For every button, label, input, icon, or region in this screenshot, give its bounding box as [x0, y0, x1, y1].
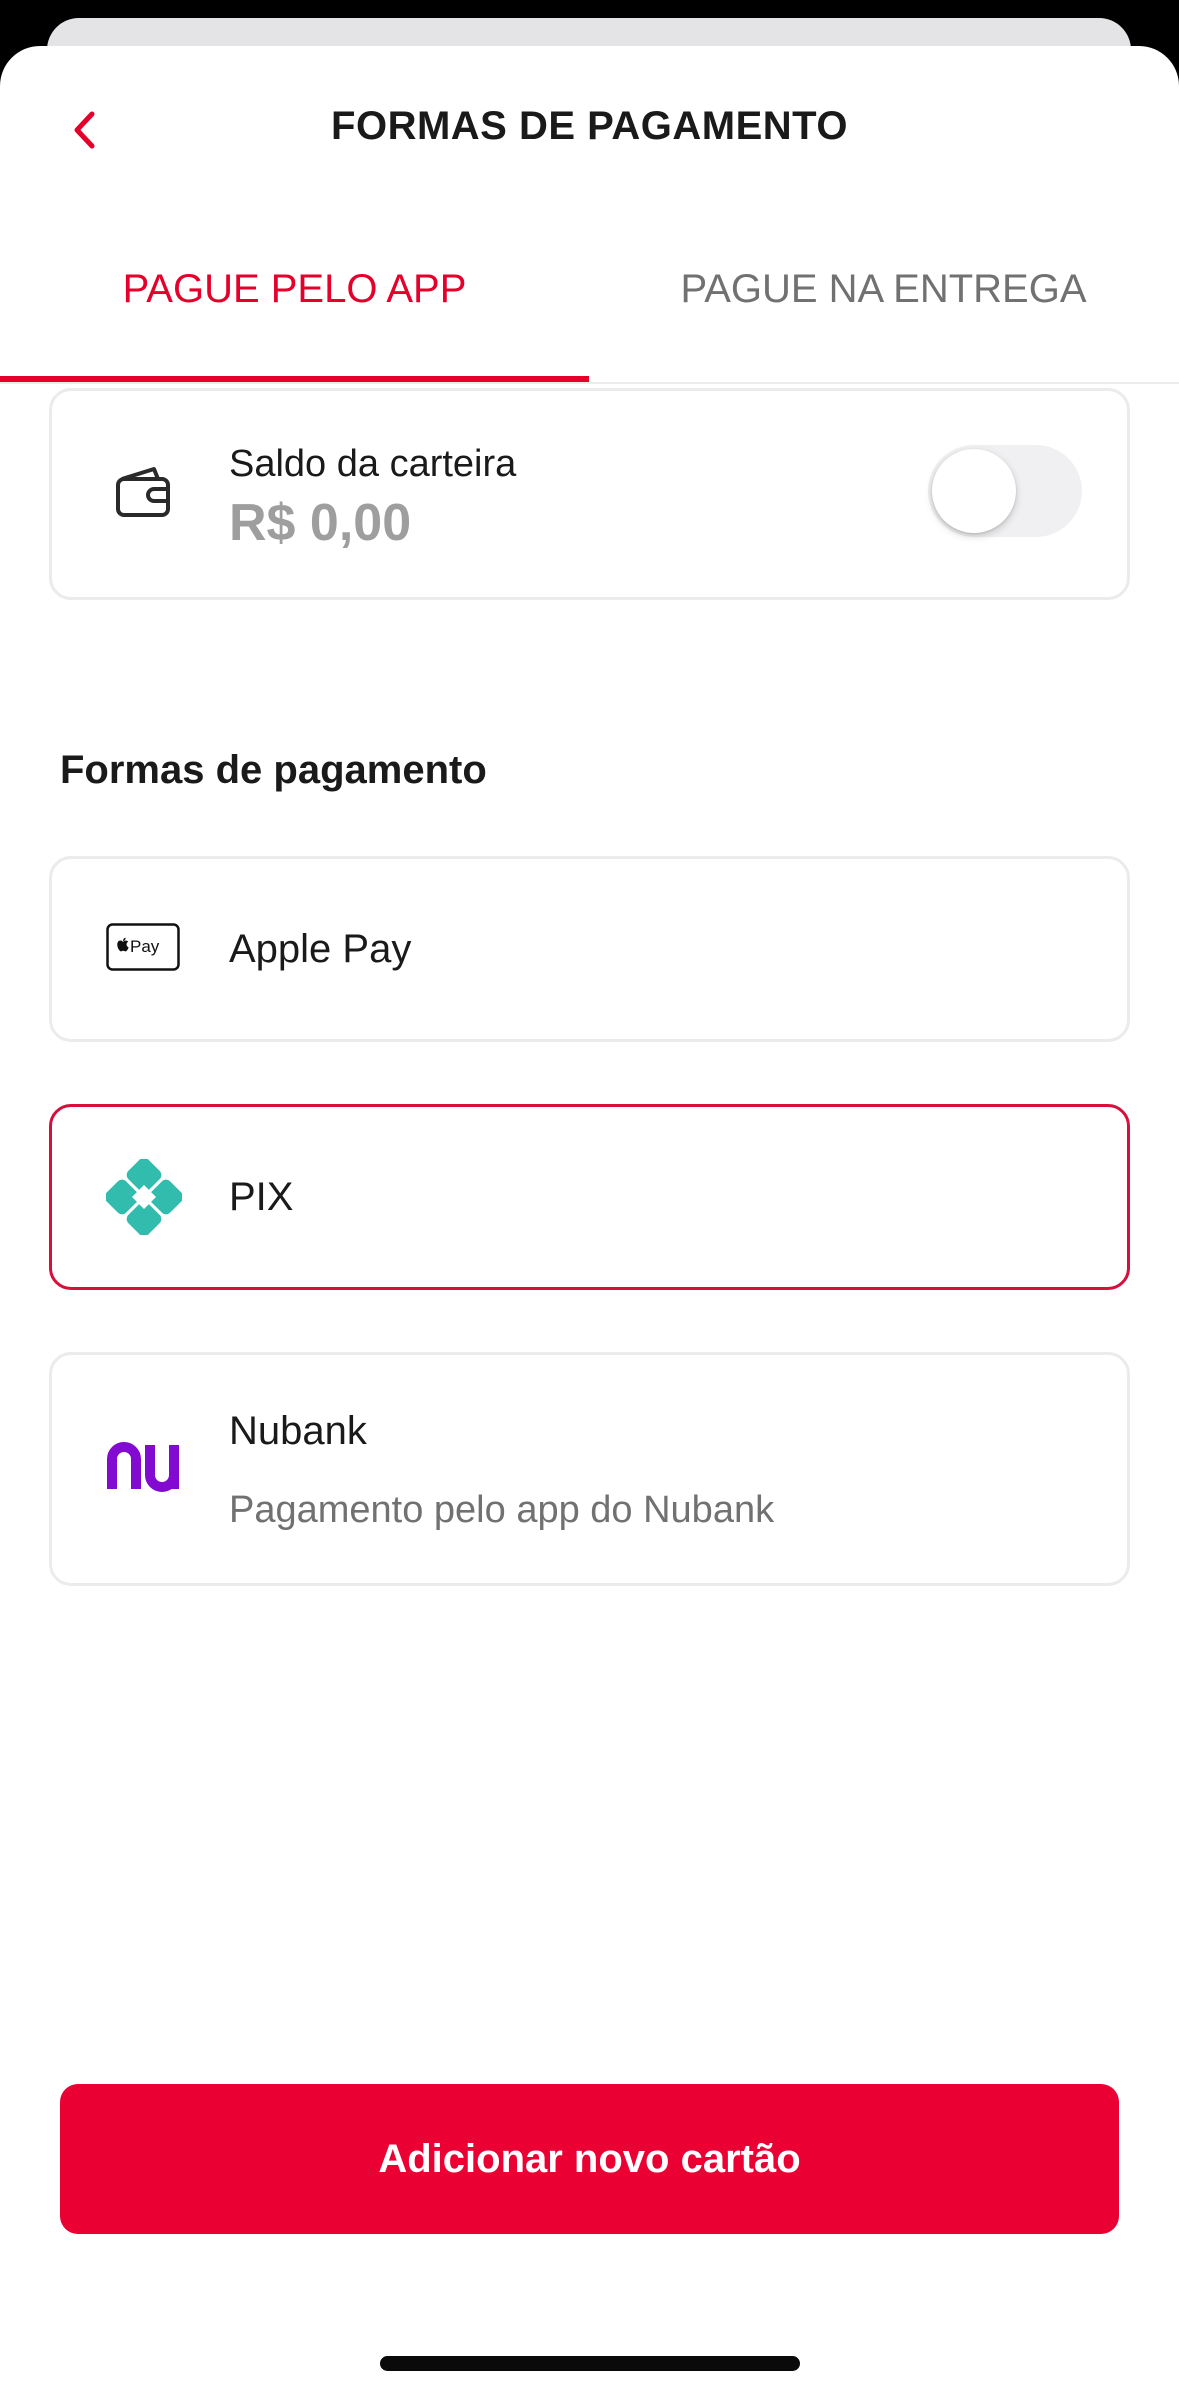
payment-method-label: Nubank	[229, 1409, 367, 1453]
payment-methods-sheet: FORMAS DE PAGAMENTO PAGUE PELO APP PAGUE…	[0, 46, 1179, 2396]
payment-method-pix[interactable]: PIX	[49, 1104, 1130, 1290]
wallet-balance-card: Saldo da carteira R$ 0,00	[49, 388, 1130, 600]
pix-icon	[106, 1159, 182, 1235]
page-title: FORMAS DE PAGAMENTO	[331, 104, 848, 148]
wallet-label: Saldo da carteira	[229, 443, 517, 485]
section-title: Formas de pagamento	[60, 748, 487, 792]
header: FORMAS DE PAGAMENTO	[0, 46, 1179, 216]
tab-bar: PAGUE PELO APP PAGUE NA ENTREGA	[0, 196, 1179, 384]
payment-method-apple-pay[interactable]: Pay Apple Pay	[49, 856, 1130, 1042]
wallet-icon	[114, 463, 172, 524]
add-new-card-button[interactable]: Adicionar novo cartão	[60, 2084, 1119, 2234]
payment-method-label: PIX	[229, 1175, 294, 1219]
apple-pay-icon: Pay	[106, 923, 180, 971]
nubank-icon	[106, 1441, 190, 1493]
wallet-balance: R$ 0,00	[229, 494, 412, 552]
toggle-knob	[932, 449, 1016, 533]
payment-method-nubank[interactable]: Nubank Pagamento pelo app do Nubank	[49, 1352, 1130, 1586]
tab-pay-in-app[interactable]: PAGUE PELO APP	[0, 196, 589, 382]
wallet-toggle[interactable]	[928, 445, 1082, 537]
payment-method-subtitle: Pagamento pelo app do Nubank	[229, 1489, 775, 1531]
home-indicator	[380, 2356, 800, 2371]
apple-pay-icon-text: Pay	[130, 937, 160, 956]
payment-method-label: Apple Pay	[229, 927, 412, 971]
tab-pay-on-delivery[interactable]: PAGUE NA ENTREGA	[589, 196, 1178, 382]
active-tab-indicator	[0, 376, 589, 382]
